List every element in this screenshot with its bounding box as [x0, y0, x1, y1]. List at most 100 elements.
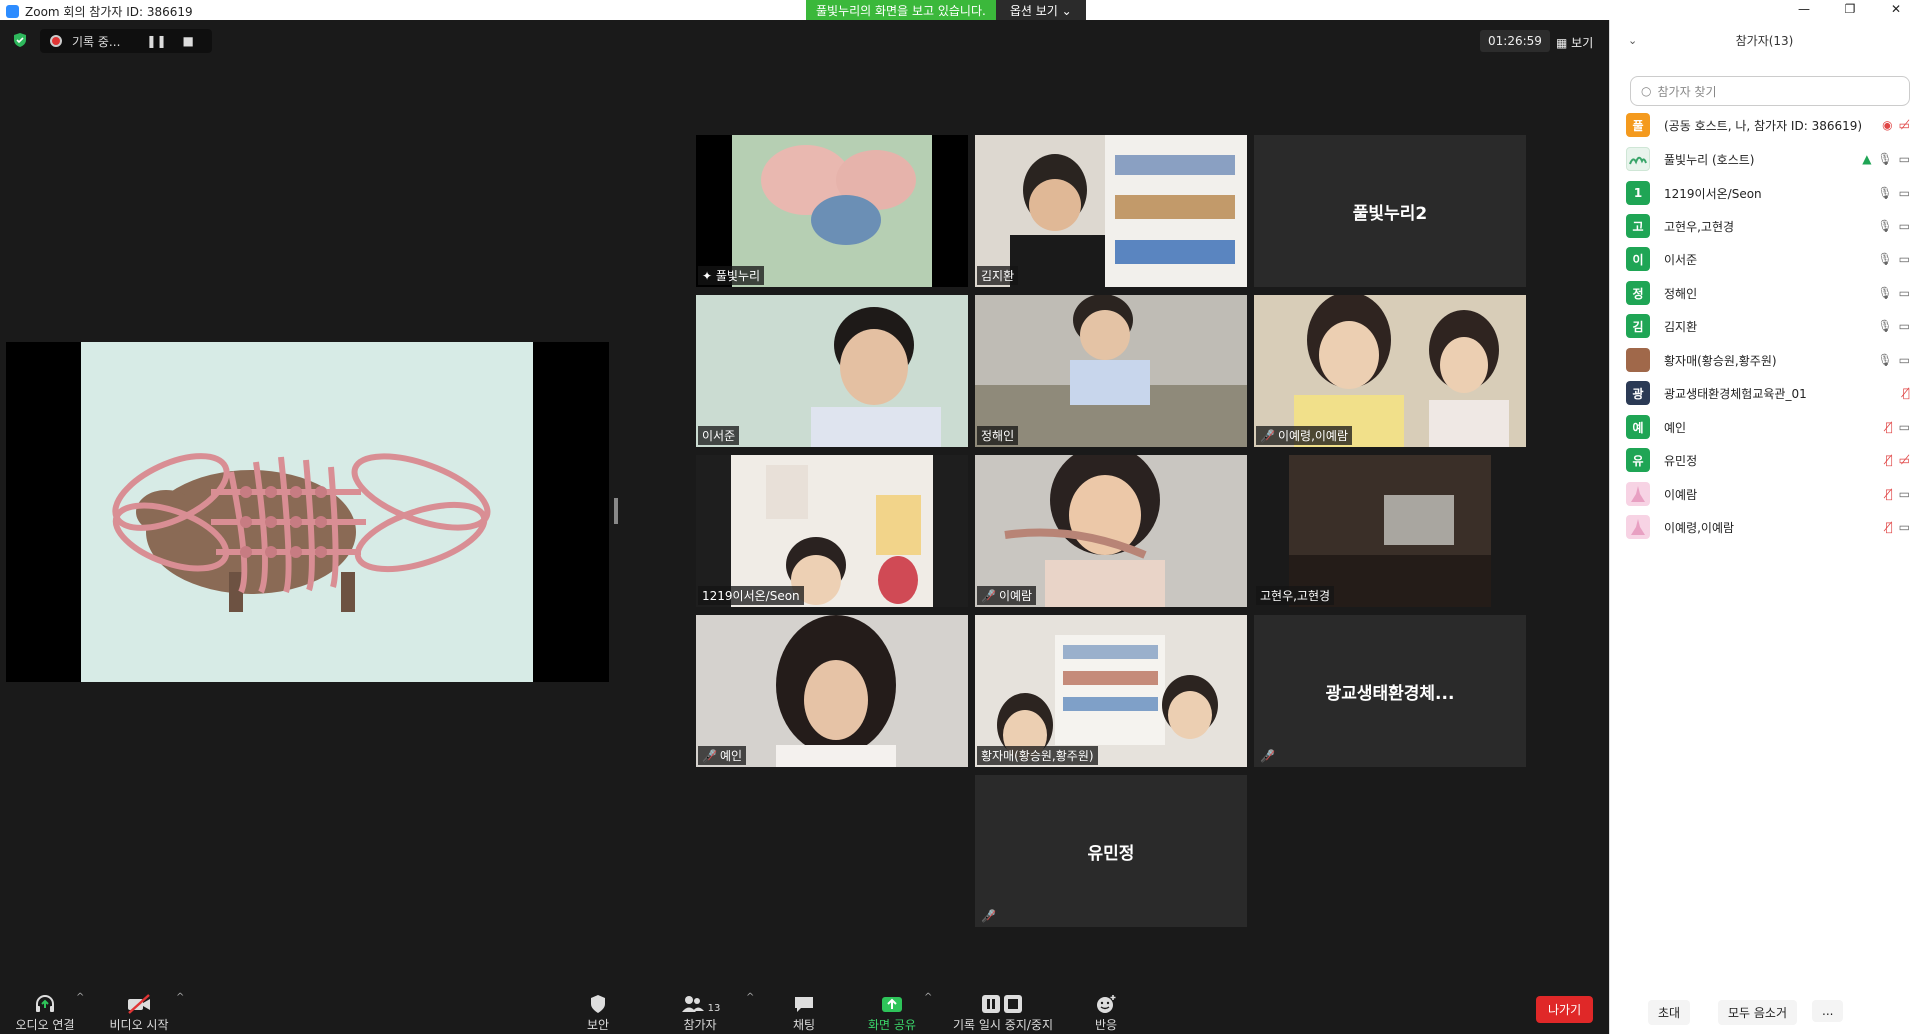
participant-name: 유민정	[1664, 453, 1698, 468]
participant-row[interactable]: 김 김지환 🎙 ▭	[1626, 313, 1910, 339]
participants-count: 13	[707, 1003, 721, 1014]
participant-row[interactable]: 황자매(황승원,황주원) 🎙 ▭	[1626, 347, 1910, 373]
participant-row[interactable]: 고 고현우,고현경 🎙 ▭	[1626, 213, 1910, 239]
view-button[interactable]: ▦ 보기	[1550, 30, 1599, 55]
video-tile[interactable]: 김지환	[975, 135, 1247, 287]
zoom-logo-icon	[6, 5, 19, 18]
avatar: 예	[1626, 415, 1650, 439]
participant-status-icons: 🎙 ▭	[1877, 353, 1910, 367]
restore-button[interactable]: ❐	[1827, 0, 1873, 20]
camera-icon: ▭	[1898, 420, 1910, 434]
pause-stop-recording-icon	[981, 990, 1025, 1014]
camera-icon: ▭	[1898, 286, 1910, 300]
avatar: 유	[1626, 448, 1650, 472]
pause-recording-icon[interactable]: ❚❚	[146, 34, 166, 48]
mic-icon: 🎙	[1877, 353, 1893, 367]
name-tile[interactable]: 광교생태환경체... 🎤̸	[1254, 615, 1526, 767]
smiley-plus-icon	[1095, 990, 1117, 1014]
participant-name: 예인	[1664, 420, 1687, 435]
invite-button[interactable]: 초대	[1648, 1000, 1691, 1025]
avatar	[1626, 515, 1650, 539]
video-tile[interactable]: 황자매(황승원,황주원)	[975, 615, 1247, 767]
participant-row[interactable]: 이예령,이예람 🎙̸ ▭	[1626, 514, 1910, 540]
name-tile[interactable]: 유민정 🎤̸	[975, 775, 1247, 927]
view-label: 보기	[1571, 36, 1594, 50]
mic-icon: 🎙	[1877, 219, 1893, 233]
participant-row[interactable]: 이예람 🎙̸ ▭	[1626, 481, 1910, 507]
tile-display-name: 광교생태환경체...	[1325, 683, 1455, 704]
leave-button[interactable]: 나가기	[1536, 996, 1594, 1023]
chat-button[interactable]: 채팅	[786, 990, 822, 1033]
mic-icon: 🎙	[1877, 319, 1893, 333]
video-tile[interactable]: 1219이서온/Seon	[696, 455, 968, 607]
more-options-button[interactable]: ...	[1812, 1000, 1844, 1022]
recording-controls-button[interactable]: 기록 일시 중지/중지	[948, 990, 1058, 1033]
stop-recording-icon[interactable]: ■	[183, 34, 194, 48]
video-options-caret-icon[interactable]: ^	[176, 992, 184, 1003]
participant-row[interactable]: 이 이서준 🎙 ▭	[1626, 246, 1910, 272]
window-controls: — ❐ ✕	[1781, 0, 1919, 20]
participants-label: 참가자	[683, 1018, 717, 1032]
tile-name: ✦ 풀빛누리	[698, 266, 765, 285]
reactions-button[interactable]: 반응	[1088, 990, 1124, 1033]
recording-label: 기록 중...	[72, 34, 121, 49]
participant-name: 광교생태환경체험교육관_01	[1664, 386, 1807, 401]
participant-row[interactable]: 유 유민정 🎙̸ ▭̸	[1626, 447, 1910, 473]
participant-search-input[interactable]: ○ 참가자 찾기	[1630, 76, 1910, 106]
tile-name: 🎤̸ 예인	[698, 746, 747, 765]
participant-name: 황자매(황승원,황주원)	[1664, 353, 1777, 368]
participant-row[interactable]: 예 예인 🎙̸ ▭	[1626, 414, 1910, 440]
participant-status-icons: 🎙 ▭	[1877, 186, 1910, 200]
name-tile[interactable]: 풀빛누리2	[1254, 135, 1526, 287]
participant-row[interactable]: 풀빛누리 (호스트) ▲ 🎙 ▭	[1626, 146, 1910, 172]
participants-options-caret-icon[interactable]: ^	[746, 992, 754, 1003]
close-button[interactable]: ✕	[1873, 0, 1919, 20]
video-tile[interactable]: 고현우,고현경	[1254, 455, 1526, 607]
avatar: 광	[1626, 381, 1650, 405]
participant-status-icons: 🎙̸ ▭̸	[1885, 453, 1910, 467]
split-divider-handle[interactable]	[614, 498, 618, 524]
camera-icon: ▭	[1898, 252, 1910, 266]
mic-muted-icon: 🎤̸	[1260, 429, 1275, 443]
participant-row[interactable]: 풀 (공동 호스트, 나, 참가자 ID: 386619) ◉ ▭̸	[1626, 112, 1910, 138]
tile-name: 1219이서온/Seon	[698, 586, 804, 605]
participant-row[interactable]: 광 광교생태환경체험교육관_01 🎙̸	[1626, 380, 1910, 406]
video-tile[interactable]: 🎤̸ 이예령,이예람	[1254, 295, 1526, 447]
minimize-button[interactable]: —	[1781, 0, 1827, 20]
audio-options-caret-icon[interactable]: ^	[76, 992, 84, 1003]
search-placeholder: 참가자 찾기	[1657, 84, 1717, 99]
mic-icon: 🎙	[1877, 252, 1893, 266]
video-tile[interactable]: 🎤̸ 이예람	[975, 455, 1247, 607]
participant-status-icons: 🎙 ▭	[1877, 286, 1910, 300]
shared-screen-image	[81, 342, 533, 682]
video-tile[interactable]: 🎤̸ 예인	[696, 615, 968, 767]
avatar	[1626, 482, 1650, 506]
headphones-icon	[34, 990, 56, 1014]
mute-all-button[interactable]: 모두 음소거	[1718, 1000, 1798, 1025]
view-options-button[interactable]: 옵션 보기 ⌄	[995, 0, 1086, 20]
security-button[interactable]: 보안	[578, 990, 618, 1033]
recording-indicator: 기록 중... ❚❚ ■	[40, 29, 212, 53]
video-tile[interactable]: ✦ 풀빛누리	[696, 135, 968, 287]
mic-muted-icon: 🎤̸	[1260, 749, 1275, 763]
participant-row[interactable]: 1 1219이서온/Seon 🎙 ▭	[1626, 180, 1910, 206]
participants-button[interactable]: 13 참가자 ^	[676, 990, 754, 1033]
avatar: 풀	[1626, 113, 1650, 137]
participant-name: 1219이서온/Seon	[1664, 186, 1762, 201]
tile-display-name: 풀빛누리2	[1352, 203, 1428, 224]
chat-label: 채팅	[792, 1018, 816, 1032]
mic-muted-icon: 🎙̸	[1885, 453, 1893, 467]
participant-row[interactable]: 정 정해인 🎙 ▭	[1626, 280, 1910, 306]
tile-name: 황자매(황승원,황주원)	[977, 746, 1098, 765]
video-tile[interactable]: 정해인	[975, 295, 1247, 447]
window-title-group: Zoom 회의 참가자 ID: 386619	[6, 3, 193, 20]
video-tile[interactable]: 이서준	[696, 295, 968, 447]
video-button[interactable]: 비디오 시작 ^	[104, 990, 184, 1033]
mic-icon: 🎙	[1877, 286, 1893, 300]
audio-button[interactable]: 오디오 연결 ^	[10, 990, 84, 1033]
encryption-shield-icon[interactable]	[12, 32, 28, 48]
share-options-caret-icon[interactable]: ^	[924, 992, 932, 1003]
participant-name: 김지환	[1664, 319, 1698, 334]
share-screen-button[interactable]: 화면 공유 ^	[864, 990, 932, 1033]
participant-name: 이서준	[1664, 252, 1698, 267]
